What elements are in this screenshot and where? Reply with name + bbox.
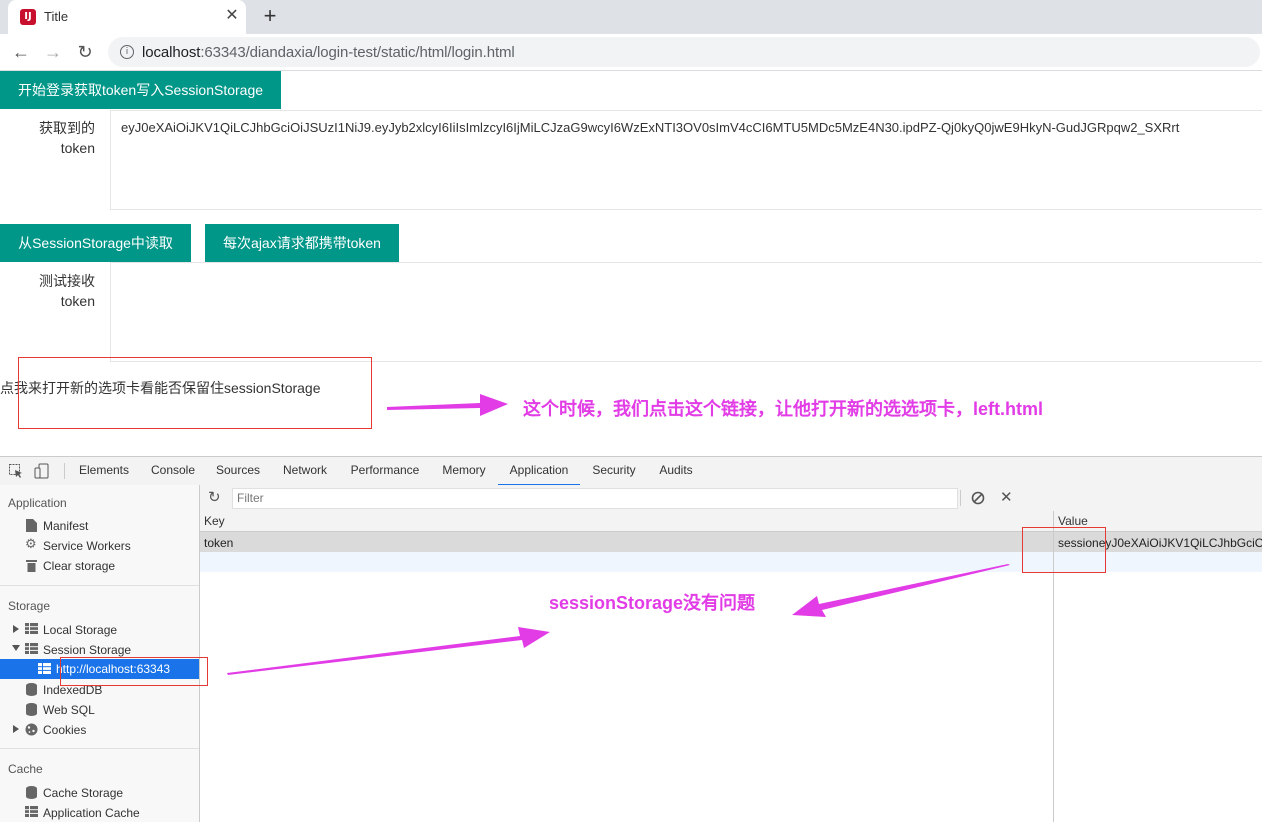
highlight-box-link bbox=[18, 357, 372, 429]
tab-performance[interactable]: Performance bbox=[344, 457, 426, 484]
arrow-left-icon bbox=[792, 564, 1010, 617]
sidebar-divider bbox=[0, 748, 199, 749]
gear-icon: ⚙ bbox=[25, 537, 37, 552]
column-value-header[interactable]: Value bbox=[1058, 514, 1088, 528]
grid-icon bbox=[25, 643, 38, 654]
annotation-arrows bbox=[227, 564, 1010, 675]
sidebar-item-cache-storage[interactable]: Cache Storage bbox=[43, 786, 123, 800]
trash-icon bbox=[26, 560, 37, 572]
tab-title: Title bbox=[44, 9, 69, 24]
storage-filter-bar: ↻ Filter ✕ bbox=[200, 485, 1262, 512]
tab-sources[interactable]: Sources bbox=[210, 457, 266, 484]
column-key-header[interactable]: Key bbox=[204, 514, 225, 528]
favicon-icon: IJ bbox=[20, 9, 36, 25]
token-output-box[interactable]: eyJ0eXAiOiJKV1QiLCJhbGciOiJSUzI1NiJ9.eyJ… bbox=[110, 110, 1262, 210]
collapse-triangle-icon[interactable] bbox=[12, 645, 20, 651]
row-key-cell[interactable]: token bbox=[204, 536, 233, 550]
sidebar-item-web-sql[interactable]: Web SQL bbox=[43, 703, 95, 717]
tab-application[interactable]: Application bbox=[498, 457, 580, 486]
sidebar-item-cookies[interactable]: Cookies bbox=[43, 723, 86, 737]
url-text: localhost:63343/diandaxia/login-test/sta… bbox=[142, 44, 515, 61]
database-icon bbox=[26, 703, 37, 716]
refresh-icon[interactable]: ↻ bbox=[208, 488, 221, 506]
url-host: localhost bbox=[142, 44, 201, 61]
arrow-up-right-icon bbox=[227, 627, 550, 675]
sidebar-divider bbox=[0, 585, 199, 586]
devtools-sidebar: Application Manifest ⚙ Service Workers C… bbox=[0, 485, 200, 822]
highlight-box-value bbox=[1022, 527, 1106, 573]
close-tab-icon[interactable]: ✕ bbox=[222, 6, 242, 26]
expand-triangle-icon[interactable] bbox=[13, 725, 19, 733]
cookie-icon bbox=[25, 723, 38, 736]
device-toolbar-icon[interactable] bbox=[34, 463, 50, 479]
token-label: 获取到的 token bbox=[0, 118, 95, 158]
test-token-label: 测试接收 token bbox=[0, 271, 95, 311]
grid-icon bbox=[25, 806, 38, 817]
tab-strip: IJ Title ✕ + bbox=[0, 0, 1262, 34]
test-label-line2: token bbox=[60, 293, 95, 309]
token-label-line2: token bbox=[60, 140, 95, 156]
token-value: eyJ0eXAiOiJKV1QiLCJhbGciOiJSUzI1NiJ9.eyJ… bbox=[121, 120, 1180, 135]
annotation-middle: sessionStorage没有问题 bbox=[549, 593, 756, 613]
clear-all-icon[interactable] bbox=[971, 491, 985, 505]
section-storage: Storage bbox=[8, 599, 51, 613]
forward-arrow-icon[interactable]: → bbox=[42, 42, 64, 62]
test-label-line1: 测试接收 bbox=[39, 273, 95, 289]
arrow-right-icon bbox=[387, 394, 508, 416]
filter-input[interactable]: Filter bbox=[232, 488, 958, 509]
new-tab-button[interactable]: + bbox=[258, 5, 282, 29]
highlight-box-origin bbox=[60, 657, 208, 686]
url-path: :63343/diandaxia/login-test/static/html/… bbox=[200, 44, 515, 61]
back-arrow-icon[interactable]: ← bbox=[10, 42, 32, 62]
sidebar-item-manifest[interactable]: Manifest bbox=[43, 519, 88, 533]
tab-security[interactable]: Security bbox=[586, 457, 642, 484]
devtools-tabbar: Elements Console Sources Network Perform… bbox=[0, 456, 1262, 486]
tab-elements[interactable]: Elements bbox=[72, 457, 136, 484]
toolbar-divider bbox=[64, 463, 65, 479]
sidebar-item-clear-storage[interactable]: Clear storage bbox=[43, 559, 115, 573]
tab-memory[interactable]: Memory bbox=[434, 457, 494, 484]
tab-network[interactable]: Network bbox=[275, 457, 335, 484]
grid-icon bbox=[25, 623, 38, 634]
ajax-token-button[interactable]: 每次ajax请求都携带token bbox=[205, 224, 399, 262]
database-icon bbox=[26, 683, 37, 696]
section-application: Application bbox=[8, 496, 67, 510]
start-login-button[interactable]: 开始登录获取token写入SessionStorage bbox=[0, 71, 281, 109]
sidebar-item-local-storage[interactable]: Local Storage bbox=[43, 623, 117, 637]
browser-tab[interactable]: IJ Title ✕ bbox=[8, 0, 246, 34]
reload-icon[interactable]: ↻ bbox=[74, 42, 96, 62]
delete-selected-icon[interactable]: ✕ bbox=[1000, 488, 1013, 506]
sidebar-item-application-cache[interactable]: Application Cache bbox=[43, 806, 140, 820]
browser-toolbar: ← → ↻ i localhost:63343/diandaxia/login-… bbox=[0, 34, 1262, 71]
annotation-top: 这个时候，我们点击这个链接，让他打开新的选选项卡，left.html bbox=[523, 399, 1043, 419]
inspect-element-icon[interactable] bbox=[9, 464, 23, 478]
database-icon bbox=[26, 786, 37, 799]
token-label-line1: 获取到的 bbox=[39, 120, 95, 136]
address-bar[interactable]: i localhost:63343/diandaxia/login-test/s… bbox=[108, 37, 1260, 67]
expand-triangle-icon[interactable] bbox=[13, 625, 19, 633]
sidebar-item-session-storage[interactable]: Session Storage bbox=[43, 643, 131, 657]
read-session-button[interactable]: 从SessionStorage中读取 bbox=[0, 224, 191, 262]
sidebar-item-service-workers[interactable]: Service Workers bbox=[43, 539, 131, 553]
grid-icon bbox=[38, 663, 51, 674]
section-cache: Cache bbox=[8, 762, 43, 776]
tab-console[interactable]: Console bbox=[141, 457, 205, 484]
info-icon[interactable]: i bbox=[120, 45, 134, 59]
toolbar-divider bbox=[960, 490, 961, 506]
tab-audits[interactable]: Audits bbox=[652, 457, 700, 484]
test-token-box[interactable] bbox=[110, 262, 1262, 362]
file-icon bbox=[26, 519, 37, 532]
